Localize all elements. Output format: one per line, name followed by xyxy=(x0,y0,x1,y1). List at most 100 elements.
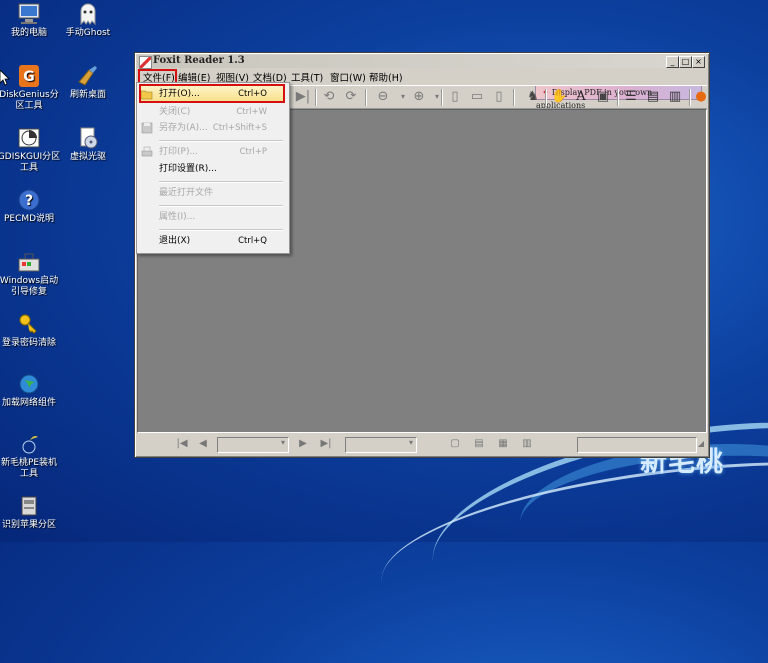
menu-item-label: 最近打开文件 xyxy=(159,188,214,198)
actual-size-icon[interactable]: ▯ xyxy=(447,89,463,105)
desktop-icon-label: GDISKGUI分区工具 xyxy=(0,152,61,173)
desktop-icon-manual-ghost[interactable]: 手动Ghost xyxy=(56,2,120,39)
hand-tool-icon[interactable]: ✋ xyxy=(551,89,567,105)
fit-page-icon[interactable]: ▭ xyxy=(469,89,485,105)
desktop-icon-pecmd-help[interactable]: ? PECMD说明 xyxy=(0,188,61,225)
rotate-left-icon[interactable]: ⟲ xyxy=(321,89,337,105)
fit-width-icon[interactable]: ▯ xyxy=(491,89,507,105)
desktop-icon-my-computer[interactable]: 我的电脑 xyxy=(0,2,61,39)
globe-icon xyxy=(19,374,39,394)
menu-separator xyxy=(159,181,283,183)
folder-open-icon xyxy=(141,90,153,100)
menu-item-shortcut: Ctrl+O xyxy=(238,89,267,99)
toolbar-separator xyxy=(365,89,367,106)
chevron-down-icon: ▾ xyxy=(280,438,285,447)
single-page-icon[interactable]: ▢ xyxy=(449,437,461,451)
menu-help[interactable]: 帮助(H) xyxy=(369,70,403,84)
menu-item-shortcut: Ctrl+W xyxy=(236,107,267,117)
toolbar-separator xyxy=(689,89,691,106)
zoom-in-icon[interactable]: ⊕ xyxy=(411,89,427,105)
svg-text:G: G xyxy=(23,69,35,85)
desktop-icon-label: 我的电脑 xyxy=(10,28,47,38)
continuous-facing-icon[interactable]: ▥ xyxy=(521,437,533,451)
window-panel-icon[interactable]: ▤ xyxy=(645,89,661,105)
find-icon[interactable]: ♞ xyxy=(525,89,541,105)
menu-item-label: 属性(I)... xyxy=(159,212,196,222)
menu-window[interactable]: 窗口(W) xyxy=(330,70,366,84)
desktop-icon-refresh-desktop[interactable]: 刷新桌面 xyxy=(56,64,120,101)
menu-item-save-as[interactable]: 另存为(A)... Ctrl+Shift+S xyxy=(137,120,287,136)
first-page-icon[interactable]: |◀ xyxy=(175,437,189,451)
rotate-right-icon[interactable]: ⟳ xyxy=(343,89,359,105)
file-menu-dropdown: 打开(O)... Ctrl+O 关闭(C) Ctrl+W 另存为(A)... C… xyxy=(136,82,290,254)
resize-grip-icon[interactable]: ◢ xyxy=(697,437,705,451)
text-select-icon[interactable]: A xyxy=(573,89,589,105)
save-icon xyxy=(141,122,153,134)
next-page-icon[interactable]: ▶ xyxy=(297,437,309,451)
desktop-icon-label: 手动Ghost xyxy=(65,28,111,38)
zoom-out-dropdown-icon[interactable]: ▾ xyxy=(395,89,411,105)
broom-icon xyxy=(78,66,97,86)
last-page-icon[interactable]: ▶| xyxy=(295,89,311,105)
menu-item-label: 打开(O)... xyxy=(159,89,200,99)
continuous-icon[interactable]: ▤ xyxy=(473,437,485,451)
desktop-icon-label: 刷新桌面 xyxy=(69,90,106,100)
last-page-icon[interactable]: ▶| xyxy=(319,437,333,451)
desktop-icon-label: PECMD说明 xyxy=(3,214,55,224)
desktop-icon-windows-boot-repair[interactable]: Windows启动引导修复 xyxy=(0,250,61,298)
menu-item-print-setup[interactable]: 打印设置(R)... xyxy=(137,161,287,177)
menu-item-label: 退出(X) xyxy=(159,236,191,246)
page-number-field[interactable]: ▾ xyxy=(217,437,289,453)
maximize-button[interactable]: □ xyxy=(679,56,692,68)
desktop-icon-label: 识别苹果分区 xyxy=(1,520,56,530)
menu-item-properties[interactable]: 属性(I)... xyxy=(137,209,287,225)
close-button[interactable]: × xyxy=(692,56,705,68)
menu-item-print[interactable]: 打印(P)... Ctrl+P xyxy=(137,144,287,160)
status-field xyxy=(577,437,697,453)
menu-item-shortcut: Ctrl+Shift+S xyxy=(212,123,267,133)
bookmark-panel-icon[interactable]: ☰ xyxy=(623,89,639,105)
toolbar-separator xyxy=(315,89,317,106)
desktop-icon-password-clear[interactable]: 登录密码清除 xyxy=(0,312,61,349)
desktop-icon-label: DiskGenius分区工具 xyxy=(0,90,59,111)
zoom-out-icon[interactable]: ⊖ xyxy=(375,89,391,105)
diskgenius-icon: G xyxy=(19,65,39,87)
menu-item-close[interactable]: 关闭(C) Ctrl+W xyxy=(137,104,287,120)
menu-item-shortcut: Ctrl+P xyxy=(239,147,267,157)
menu-item-label: 打印(P)... xyxy=(159,147,199,157)
desktop-icon-label: Windows启动引导修复 xyxy=(0,276,59,297)
previous-page-icon[interactable]: ◀ xyxy=(197,437,209,451)
window-title: Foxit Reader 1.3 xyxy=(153,55,245,66)
facing-icon[interactable]: ▦ xyxy=(497,437,509,451)
menu-item-open[interactable]: 打开(O)... Ctrl+O xyxy=(137,86,287,102)
key-icon xyxy=(19,314,37,334)
desktop-icon-network-component[interactable]: 加载网络组件 xyxy=(0,372,61,409)
full-screen-icon[interactable]: ▥ xyxy=(667,89,683,105)
desktop-icon-virtual-cd[interactable]: 虚拟光驱 xyxy=(56,126,120,163)
title-bar[interactable]: Foxit Reader 1.3 _ □ × xyxy=(137,55,707,69)
menu-item-recent-files[interactable]: 最近打开文件 xyxy=(137,185,287,201)
menu-separator xyxy=(159,140,283,142)
disk-partition-icon xyxy=(18,128,40,148)
snapshot-icon[interactable]: ▣ xyxy=(595,89,611,105)
zoom-field[interactable]: ▾ xyxy=(345,437,417,453)
menu-item-exit[interactable]: 退出(X) Ctrl+Q xyxy=(137,233,287,249)
status-bar: |◀ ◀ ▾ ▶ ▶| ▾ ▢ ▤ ▦ ▥ ◢ xyxy=(137,434,707,454)
desktop-icon-label: 登录密码清除 xyxy=(1,338,56,348)
menu-separator xyxy=(159,229,283,231)
desktop-icon-partition-tool[interactable]: 识别苹果分区 xyxy=(0,494,61,531)
menu-tools[interactable]: 工具(T) xyxy=(291,70,323,84)
help-icon: ? xyxy=(18,189,40,211)
desktop-icon-gdiskgui[interactable]: GDISKGUI分区工具 xyxy=(0,126,61,174)
toolbar-separator xyxy=(441,89,443,106)
chevron-down-icon: ▾ xyxy=(408,438,413,447)
desktop-icon-label: 加载网络组件 xyxy=(1,398,56,408)
foxit-app-icon xyxy=(139,56,152,69)
foxit-logo-icon[interactable]: ● xyxy=(693,89,709,105)
toolbox-icon xyxy=(18,253,40,272)
desktop-icon-pe-installer[interactable]: 新毛桃PE装机工具 xyxy=(0,432,61,480)
minimize-button[interactable]: _ xyxy=(666,56,679,68)
ghost-icon xyxy=(80,3,96,26)
printer-icon xyxy=(141,146,153,157)
menu-item-label: 另存为(A)... xyxy=(159,123,208,133)
